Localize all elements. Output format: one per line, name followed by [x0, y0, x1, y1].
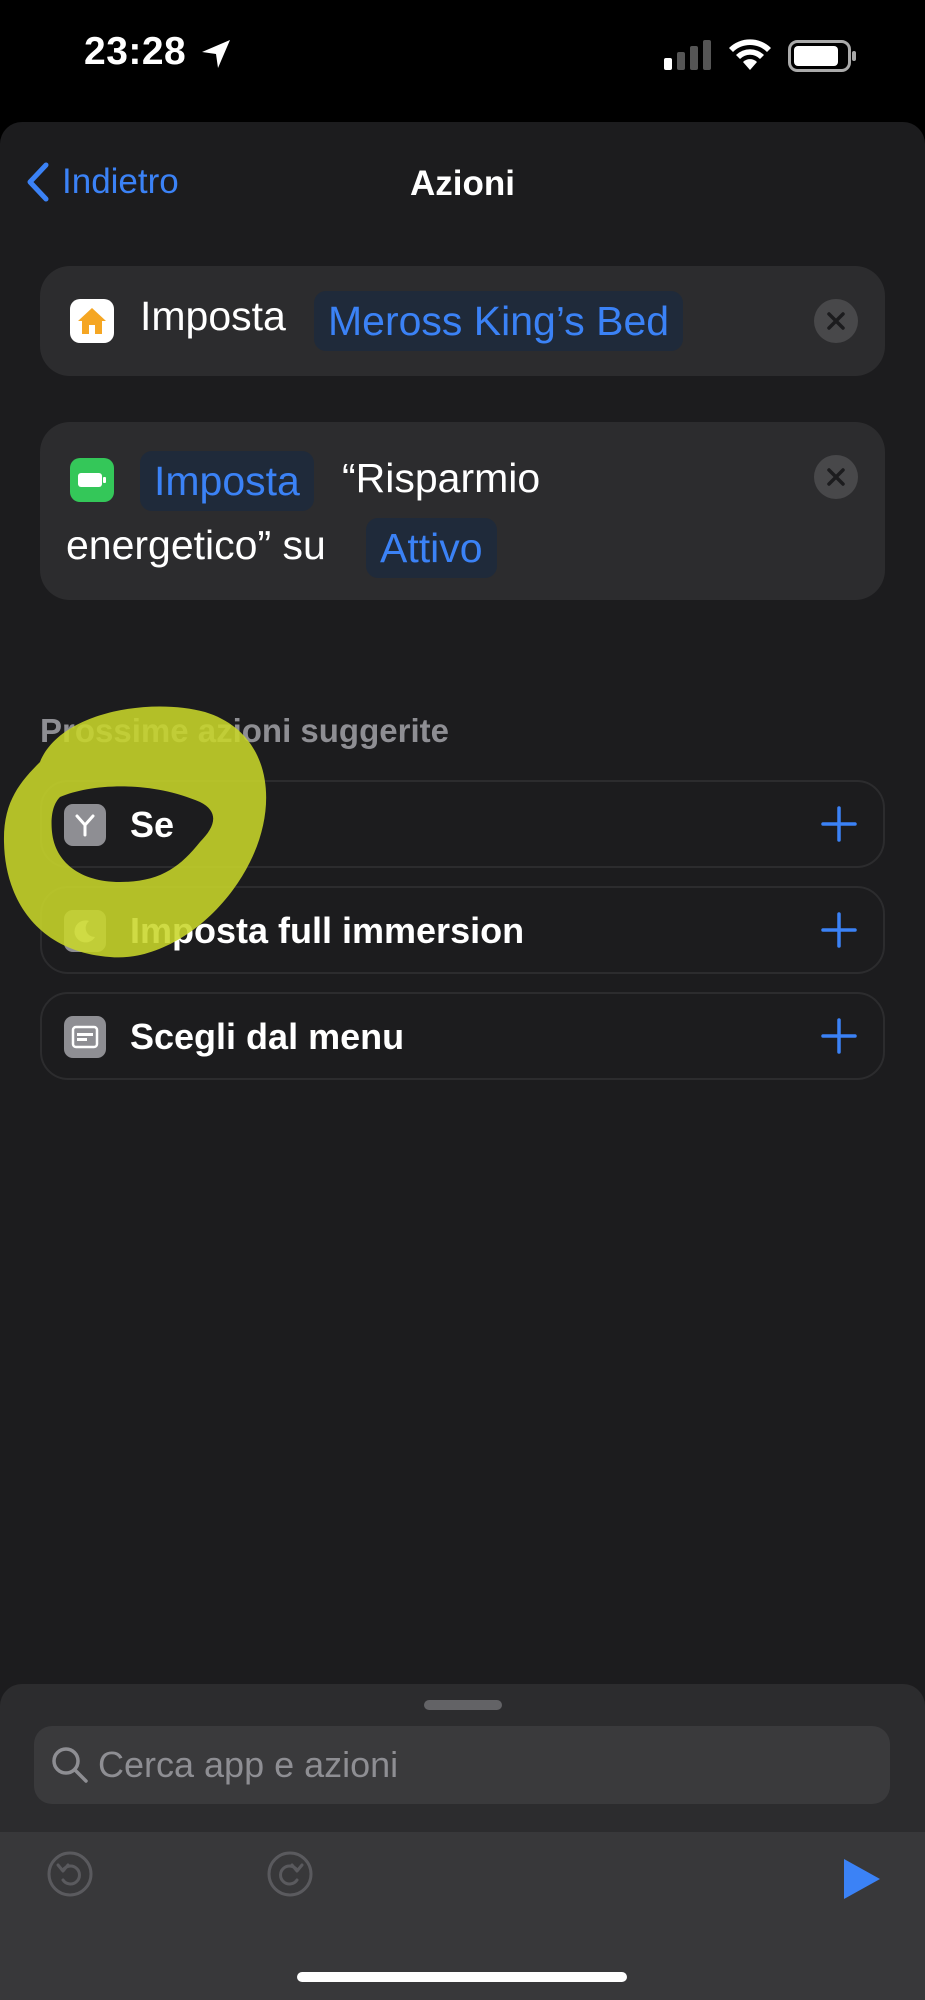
action-text-part1: “Risparmio: [342, 455, 541, 501]
suggestion-label: Se: [130, 804, 175, 845]
play-icon[interactable]: [840, 1856, 884, 1902]
battery-app-icon: [70, 458, 114, 502]
page-title: Azioni: [410, 164, 515, 203]
close-icon: [827, 468, 845, 486]
add-icon[interactable]: [817, 802, 861, 846]
action-text-part2: energetico” su: [66, 522, 326, 568]
action-card-home[interactable]: Imposta Meross King’s Bed: [40, 266, 885, 376]
state-token[interactable]: Attivo: [366, 518, 497, 578]
search-field[interactable]: [34, 1726, 890, 1804]
signal-icon: [664, 40, 711, 70]
suggestion-label: Imposta full immersion: [130, 910, 525, 951]
device-token[interactable]: Meross King’s Bed: [314, 291, 684, 351]
redo-icon[interactable]: [266, 1850, 314, 1898]
suggestions-title: Prossime azioni suggerite: [40, 712, 449, 749]
sheet-grabber[interactable]: [424, 1700, 502, 1710]
battery-icon: [788, 40, 856, 72]
status-time: 23:28: [84, 30, 187, 73]
remove-action-button[interactable]: [814, 299, 858, 343]
verb-token[interactable]: Imposta: [140, 451, 314, 511]
menu-icon: [64, 1016, 106, 1058]
home-indicator: [297, 1972, 627, 1982]
search-icon: [52, 1747, 88, 1783]
action-card-low-power[interactable]: Imposta “Risparmio energetico” su Attivo: [40, 422, 885, 600]
action-verb: Imposta: [140, 293, 286, 339]
branch-icon: [64, 804, 106, 846]
home-app-icon: [70, 299, 114, 343]
location-arrow-icon: [202, 40, 230, 68]
remove-action-button[interactable]: [814, 455, 858, 499]
wifi-icon: [729, 39, 771, 70]
close-icon: [827, 312, 845, 330]
status-bar: 23:28: [0, 0, 925, 110]
suggestion-menu[interactable]: Scegli dal menu: [40, 992, 885, 1080]
add-icon[interactable]: [817, 908, 861, 952]
moon-icon: [64, 910, 106, 952]
search-input[interactable]: [98, 1726, 858, 1804]
search-panel: [0, 1684, 925, 2000]
suggestion-label: Scegli dal menu: [130, 1016, 405, 1057]
undo-icon[interactable]: [46, 1850, 94, 1898]
add-icon[interactable]: [817, 1014, 861, 1058]
suggestion-focus[interactable]: Imposta full immersion: [40, 886, 885, 974]
suggestion-if[interactable]: Se: [40, 780, 885, 868]
